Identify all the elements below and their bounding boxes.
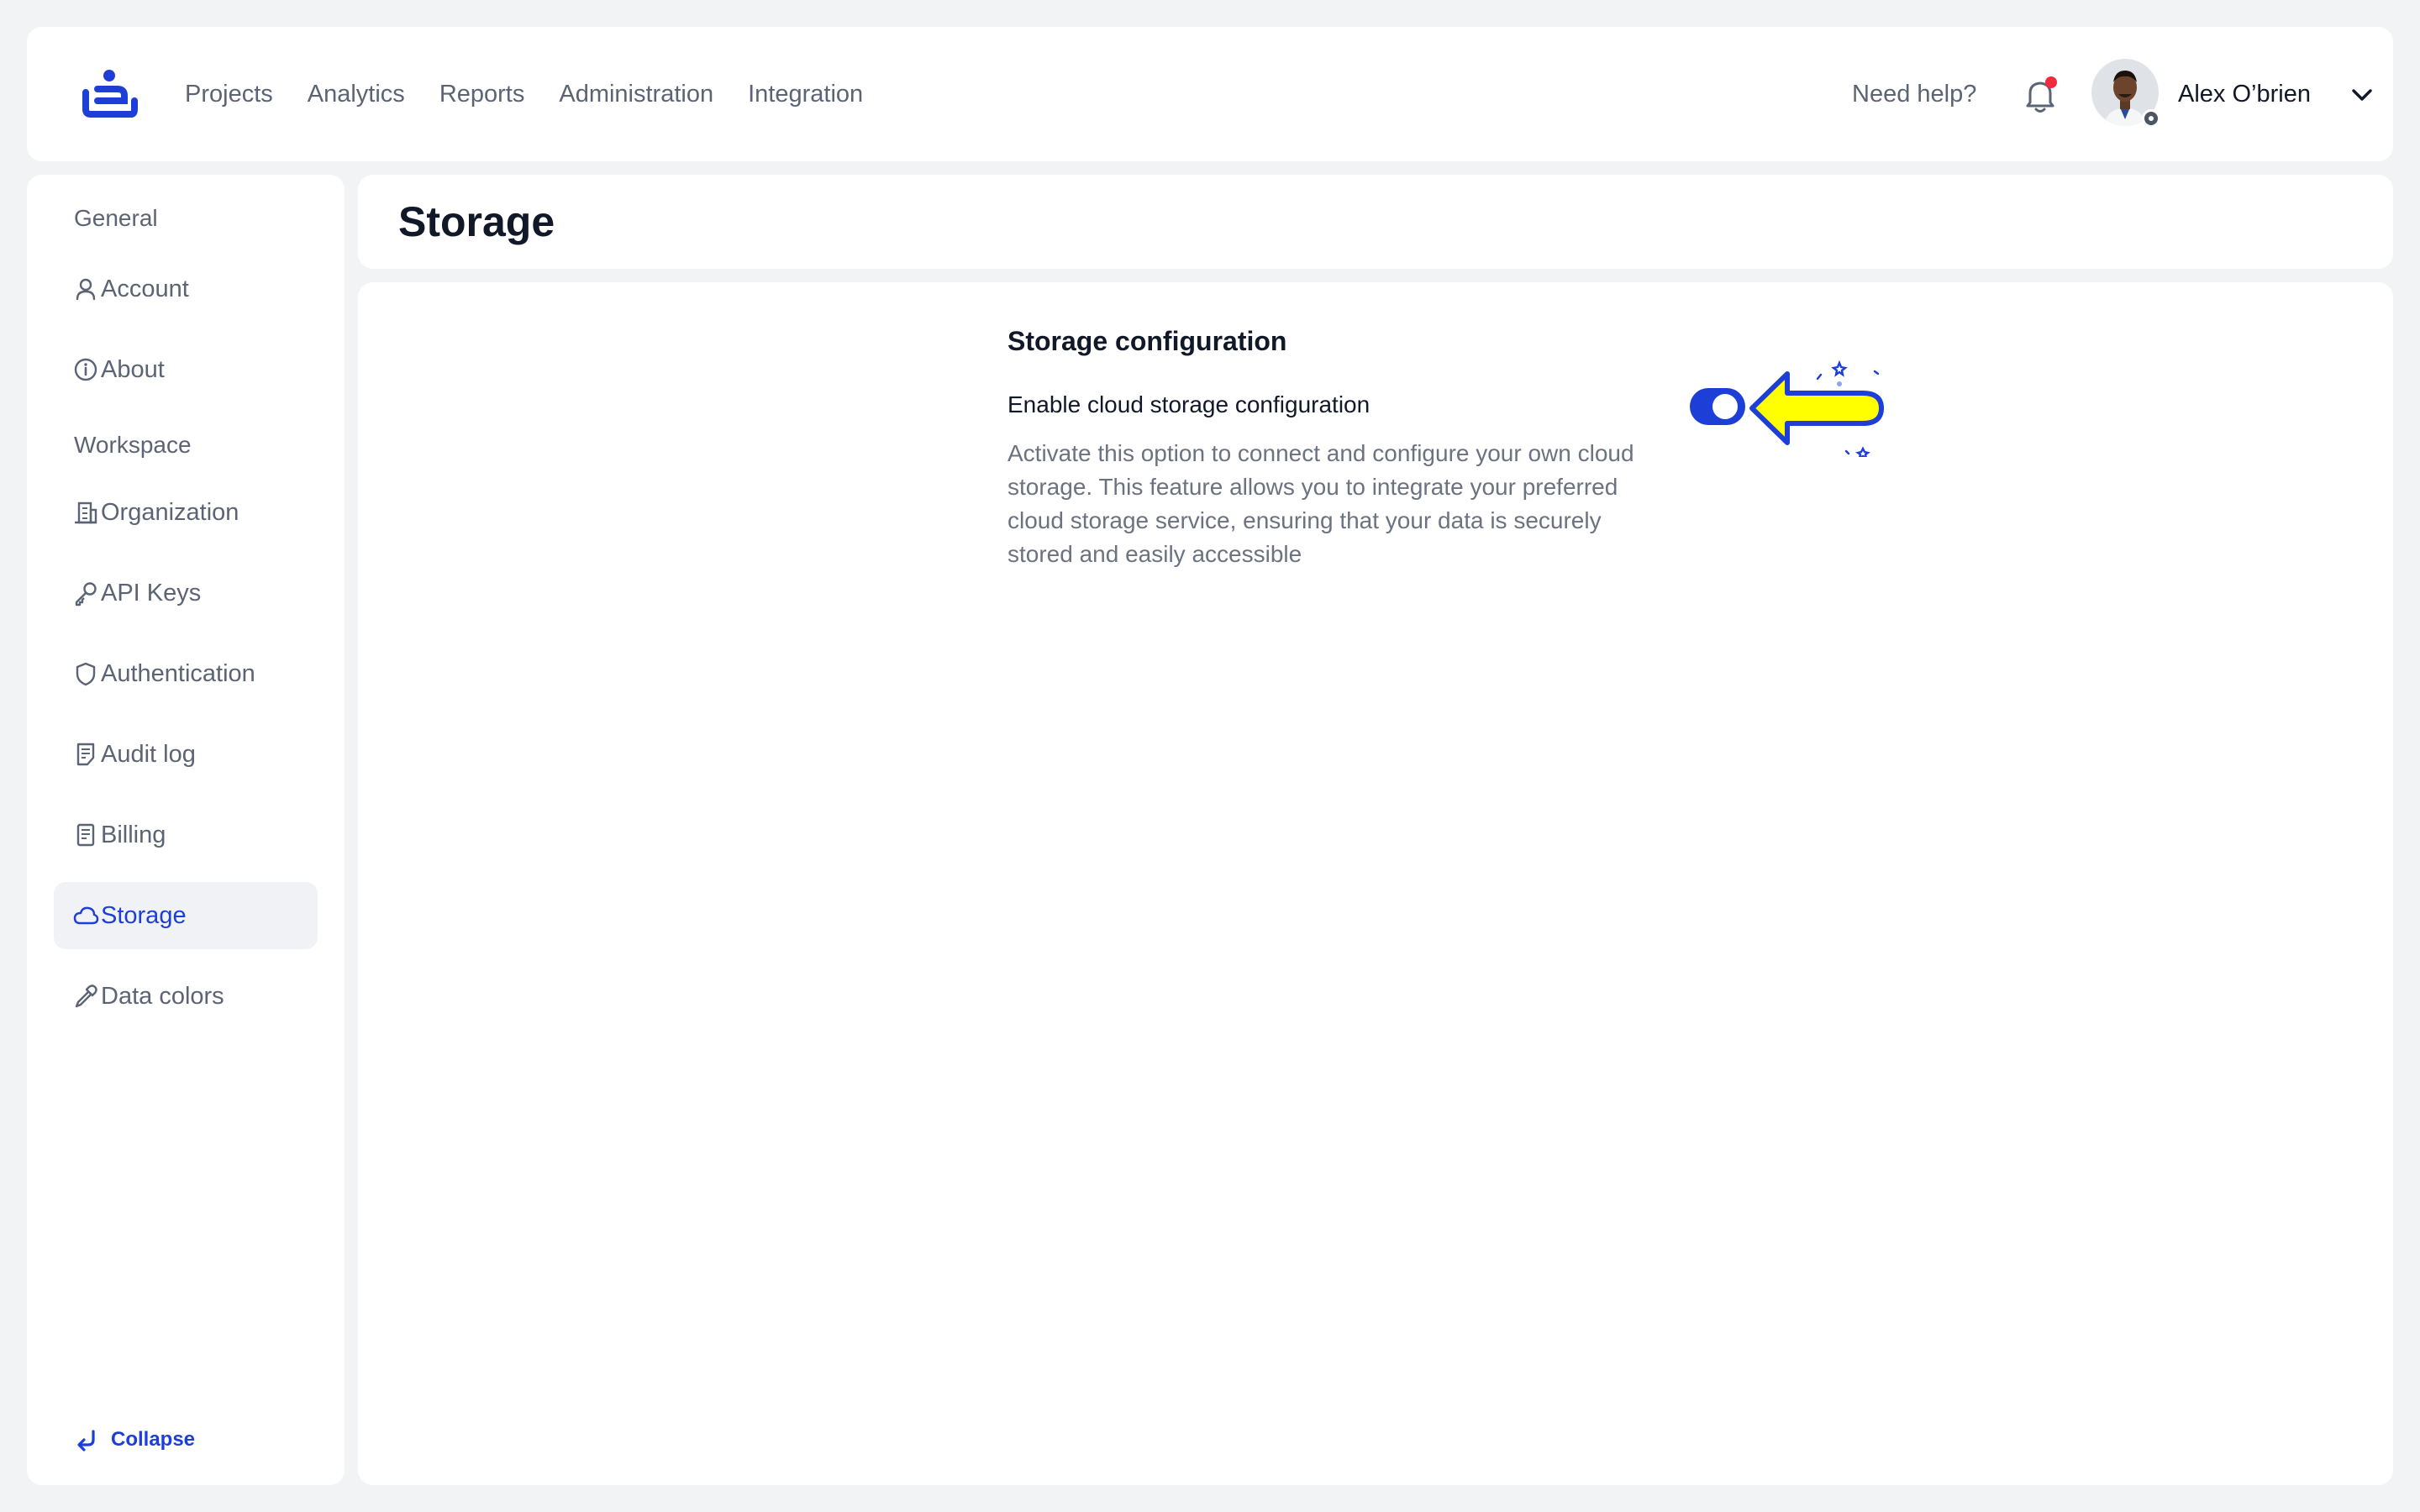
nav-administration[interactable]: Administration xyxy=(559,81,713,108)
sidebar-item-organization[interactable]: Organization xyxy=(54,479,318,546)
sidebar-item-label: Organization xyxy=(101,498,239,526)
nav-reports[interactable]: Reports xyxy=(439,81,525,108)
settings-sidebar: General Account About Workspace Organiza… xyxy=(27,175,345,1485)
page-title: Storage xyxy=(398,198,555,245)
receipt-icon xyxy=(76,823,95,847)
sidebar-section-general: General xyxy=(74,205,158,231)
avatar[interactable] xyxy=(2091,59,2162,129)
sidebar-item-account[interactable]: Account xyxy=(54,255,318,323)
setting-label: Enable cloud storage configuration xyxy=(1007,391,1370,417)
return-arrow-icon xyxy=(77,1430,95,1452)
collapse-label: Collapse xyxy=(111,1428,196,1451)
sidebar-item-label: Billing xyxy=(101,821,166,848)
sidebar-item-billing[interactable]: Billing xyxy=(54,801,318,869)
sidebar-item-label: Storage xyxy=(101,901,187,929)
info-icon xyxy=(74,358,97,381)
sidebar-item-label: API Keys xyxy=(101,579,202,606)
top-bar: Projects Analytics Reports Administratio… xyxy=(27,27,2393,161)
sidebar-item-label: Authentication xyxy=(101,659,255,687)
sidebar-item-authentication[interactable]: Authentication xyxy=(54,640,318,707)
toggle-knob xyxy=(1712,394,1738,419)
shield-icon xyxy=(76,662,96,686)
building-icon xyxy=(75,501,97,524)
main-nav: Projects Analytics Reports Administratio… xyxy=(185,27,863,161)
sidebar-item-about[interactable]: About xyxy=(54,336,318,403)
nav-analytics[interactable]: Analytics xyxy=(308,81,405,108)
sidebar-item-label: Data colors xyxy=(101,982,224,1010)
cloud-storage-toggle[interactable] xyxy=(1690,388,1745,425)
user-name[interactable]: Alex O’brien xyxy=(2178,27,2311,161)
sidebar-item-label: Audit log xyxy=(101,740,196,768)
eyedropper-icon xyxy=(75,984,97,1008)
notification-dot xyxy=(2045,76,2057,88)
app-logo-icon[interactable] xyxy=(81,67,138,118)
sidebar-item-api-keys[interactable]: API Keys xyxy=(54,559,318,627)
sidebar-section-workspace: Workspace xyxy=(74,432,192,458)
user-icon xyxy=(76,278,96,301)
highlight-arrow-icon xyxy=(1749,360,1884,457)
sidebar-item-audit-log[interactable]: Audit log xyxy=(54,721,318,788)
page-header: Storage xyxy=(358,175,2393,269)
sidebar-item-storage[interactable]: Storage xyxy=(54,882,318,949)
sidebar-item-label: Account xyxy=(101,275,189,302)
notification-bell-icon[interactable] xyxy=(2018,74,2062,118)
section-title: Storage configuration xyxy=(1007,326,1287,356)
nav-projects[interactable]: Projects xyxy=(185,81,273,108)
sidebar-item-data-colors[interactable]: Data colors xyxy=(54,963,318,1030)
document-list-icon xyxy=(76,743,95,766)
chevron-down-icon[interactable] xyxy=(2349,82,2375,108)
need-help-link[interactable]: Need help? xyxy=(1852,27,1976,161)
sidebar-item-label: About xyxy=(101,355,165,383)
key-icon xyxy=(75,582,97,606)
setting-description: Activate this option to connect and conf… xyxy=(1007,440,1634,567)
nav-integration[interactable]: Integration xyxy=(748,81,863,108)
collapse-button[interactable]: Collapse xyxy=(74,1423,195,1457)
cloud-icon xyxy=(73,906,99,925)
storage-settings-panel: Storage configuration Enable cloud stora… xyxy=(358,282,2393,1485)
